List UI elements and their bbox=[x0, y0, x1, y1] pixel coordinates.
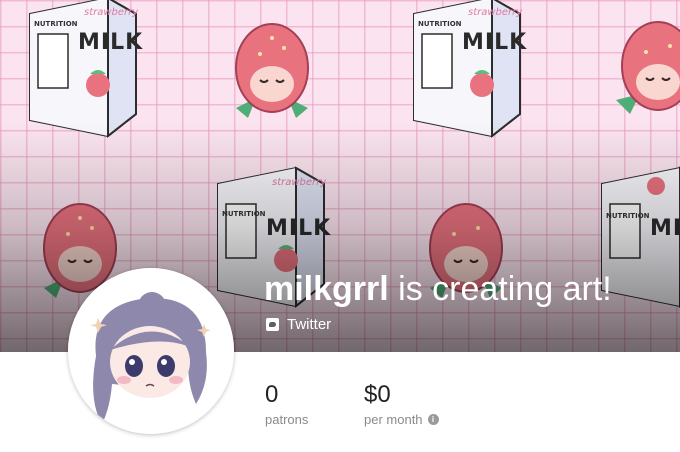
carton-flavor-label: strawberry bbox=[84, 7, 139, 18]
creator-title: milkgrrl is creating art! bbox=[264, 270, 612, 309]
strawberry-illustration bbox=[612, 14, 680, 124]
carton-milk-label: MILK bbox=[78, 30, 144, 55]
carton-milk-label: MILK bbox=[462, 30, 528, 55]
earnings-label-text: per month bbox=[364, 412, 423, 427]
milk-carton-illustration: NUTRITION strawberry MILK bbox=[408, 0, 526, 140]
creator-tagline: is creating art! bbox=[388, 270, 612, 308]
earnings-label: per month i bbox=[364, 412, 439, 427]
carton-nutrition-label: NUTRITION bbox=[418, 20, 462, 28]
carton-nutrition-label: NUTRITION bbox=[34, 20, 78, 28]
patrons-label: patrons bbox=[265, 412, 308, 427]
patrons-count: 0 bbox=[265, 381, 279, 408]
twitter-link[interactable]: Twitter bbox=[266, 316, 331, 333]
earnings-amount: $0 bbox=[364, 381, 391, 408]
creator-name[interactable]: milkgrrl bbox=[264, 270, 389, 308]
info-icon[interactable]: i bbox=[427, 414, 439, 425]
patrons-stat: 0 patrons bbox=[265, 380, 308, 427]
avatar[interactable] bbox=[68, 268, 234, 434]
strawberry-illustration bbox=[226, 16, 318, 126]
earnings-stat: $0 per month i bbox=[364, 380, 439, 427]
twitter-link-label: Twitter bbox=[287, 316, 332, 333]
milk-carton-illustration: NUTRITION strawberry MILK bbox=[24, 0, 142, 140]
patrons-label-text: patrons bbox=[265, 412, 309, 427]
carton-flavor-label: strawberry bbox=[468, 7, 523, 18]
twitter-icon bbox=[266, 318, 279, 331]
